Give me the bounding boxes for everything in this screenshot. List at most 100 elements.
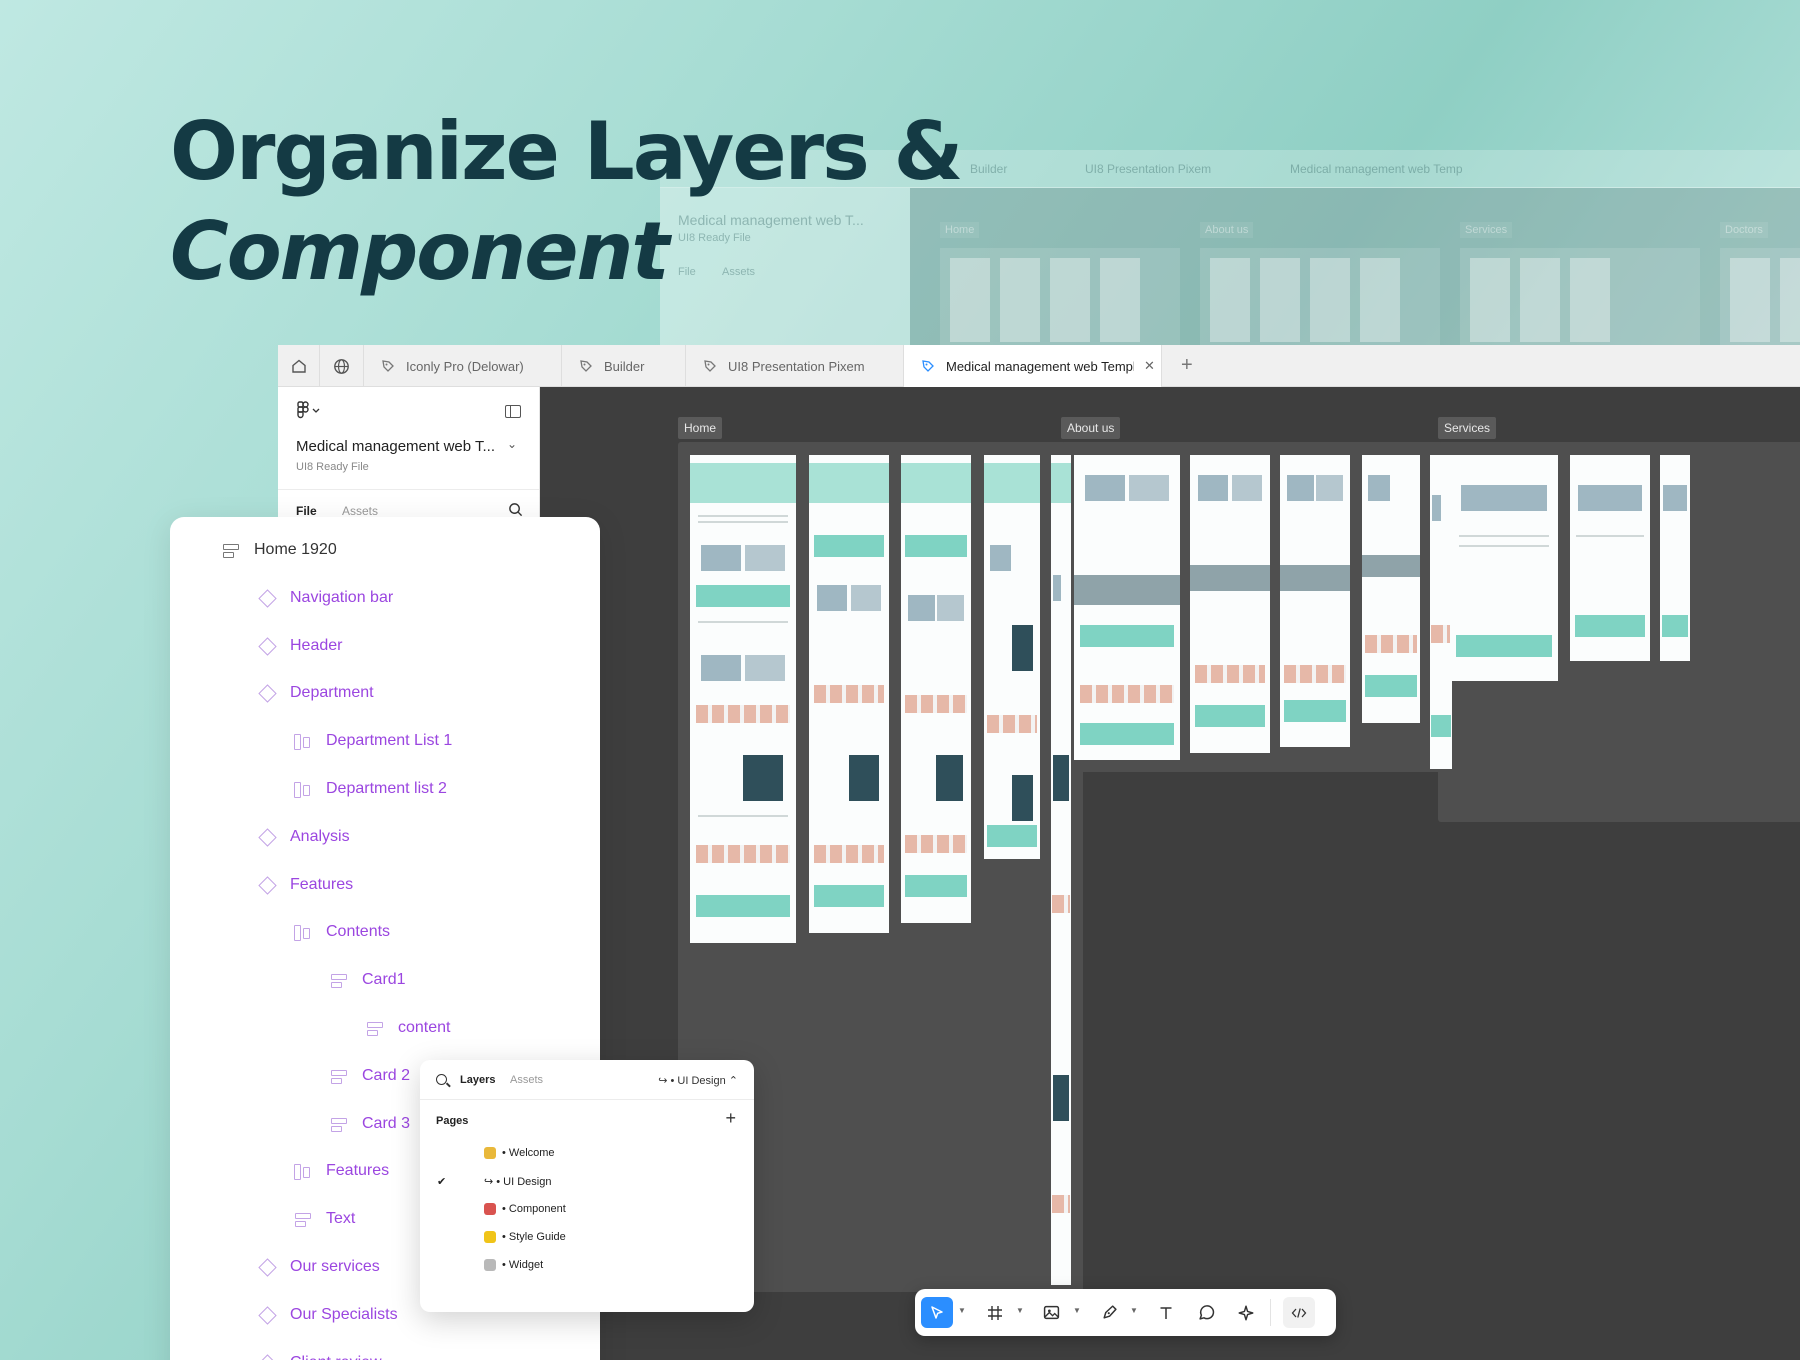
palette-icon xyxy=(484,1231,496,1243)
image-tool-button[interactable] xyxy=(1035,1297,1067,1328)
page-item-style-guide[interactable]: • Style Guide xyxy=(484,1231,566,1243)
chevron-down-icon[interactable]: ▼ xyxy=(958,1306,966,1315)
page-item-label: • Widget xyxy=(502,1259,544,1271)
layer-row[interactable]: Features xyxy=(258,871,353,899)
text-tool-button[interactable] xyxy=(1150,1297,1182,1328)
tab-community[interactable] xyxy=(320,345,364,387)
layer-row[interactable]: content xyxy=(366,1014,450,1042)
home-icon xyxy=(292,359,306,373)
frame-services-1920[interactable] xyxy=(1450,455,1558,681)
code-icon xyxy=(1291,1307,1307,1318)
tab-assets[interactable]: Assets xyxy=(510,1074,543,1086)
figma-menu-icon[interactable] xyxy=(296,401,324,419)
layer-label: Our services xyxy=(290,1258,380,1275)
tab-builder[interactable]: Builder xyxy=(562,345,686,387)
layer-row[interactable]: Card 3 xyxy=(330,1110,410,1138)
layer-row[interactable]: Client review xyxy=(258,1349,382,1360)
layer-row[interactable]: Card 2 xyxy=(330,1062,410,1090)
layer-row[interactable]: Header xyxy=(258,632,342,660)
page-item-label: • Welcome xyxy=(502,1147,555,1159)
search-icon[interactable] xyxy=(436,1074,447,1085)
current-page-selector[interactable]: ↪ • UI Design ⌃ xyxy=(658,1074,738,1087)
search-icon[interactable] xyxy=(508,502,523,517)
frame-services-1280[interactable] xyxy=(1660,455,1690,661)
frame-about-1280[interactable] xyxy=(1280,455,1350,747)
layer-label: Department List 1 xyxy=(326,732,453,750)
frame-home-mobile[interactable] xyxy=(1051,455,1071,1285)
background-frame xyxy=(1050,258,1090,342)
layer-row[interactable]: Navigation bar xyxy=(258,584,393,612)
tab-label: UI8 Presentation Pixem xyxy=(728,358,865,374)
layer-label: Our Specialists xyxy=(290,1305,398,1323)
chevron-down-icon[interactable]: ▼ xyxy=(1073,1306,1081,1315)
page-item-label: ↪ • UI Design xyxy=(484,1176,552,1188)
sidebar-toggle-icon[interactable] xyxy=(505,405,521,418)
layer-label: content xyxy=(398,1019,451,1036)
design-file-icon xyxy=(922,360,934,372)
close-icon[interactable]: ✕ xyxy=(1144,358,1155,374)
layer-row[interactable]: Home 1920 xyxy=(222,536,337,564)
chevron-down-icon[interactable]: ⌄ xyxy=(507,437,517,451)
chevron-down-icon[interactable]: ▼ xyxy=(1016,1306,1024,1315)
page-item-component[interactable]: • Component xyxy=(484,1203,566,1215)
tab-home[interactable] xyxy=(278,345,320,387)
file-title[interactable]: Medical management web T... xyxy=(296,438,495,455)
frame-home-tablet[interactable] xyxy=(984,455,1040,859)
layer-row[interactable]: Card1 xyxy=(330,966,406,994)
layer-label: Contents xyxy=(326,923,391,941)
tab-assets[interactable]: Assets xyxy=(342,504,378,518)
layer-label: Client review xyxy=(290,1354,382,1360)
layer-label: Features xyxy=(326,1162,390,1180)
globe-icon xyxy=(334,358,349,374)
tab-file[interactable]: File xyxy=(296,504,317,518)
layer-row[interactable]: Features xyxy=(294,1157,389,1185)
frame-tool-button[interactable] xyxy=(979,1297,1011,1328)
comment-tool-button[interactable] xyxy=(1190,1297,1222,1328)
add-page-button[interactable]: + xyxy=(725,1108,736,1129)
cursor-icon xyxy=(931,1305,943,1319)
frame-home-1440[interactable] xyxy=(809,455,889,933)
frame-home-1280[interactable] xyxy=(901,455,971,923)
tab-medical-management[interactable]: Medical management web Templ ✕ xyxy=(904,345,1162,387)
background-frame xyxy=(1520,258,1560,342)
layer-row[interactable]: Department xyxy=(258,679,374,707)
frame-home-1920[interactable] xyxy=(690,455,796,943)
tab-ui8-presentation[interactable]: UI8 Presentation Pixem xyxy=(686,345,904,387)
tab-layers[interactable]: Layers xyxy=(460,1074,495,1086)
layer-row[interactable]: Text xyxy=(294,1205,355,1233)
pen-tool-button[interactable] xyxy=(1093,1297,1125,1328)
stack-layout-icon xyxy=(330,1067,348,1085)
board-label-about[interactable]: About us xyxy=(1061,417,1121,439)
component-instance-icon xyxy=(258,828,276,846)
move-tool-button[interactable] xyxy=(921,1297,953,1328)
layer-row[interactable]: Our Specialists xyxy=(258,1301,398,1329)
layer-row[interactable]: Our services xyxy=(258,1253,380,1281)
dev-mode-toggle[interactable] xyxy=(1283,1297,1315,1328)
ai-tool-button[interactable] xyxy=(1230,1297,1262,1328)
background-tab-medical: Medical management web Temp xyxy=(1290,162,1463,176)
frame-about-mobile[interactable] xyxy=(1430,455,1452,769)
background-frame xyxy=(1100,258,1140,342)
layer-row[interactable]: Department List 1 xyxy=(294,727,452,755)
frame-about-tablet[interactable] xyxy=(1362,455,1420,723)
layer-row[interactable]: Department list 2 xyxy=(294,775,447,803)
board-label-services[interactable]: Services xyxy=(1438,417,1497,439)
stack-layout-icon xyxy=(222,541,240,559)
frame-about-1920[interactable] xyxy=(1074,455,1180,760)
page-item-ui-design[interactable]: ↪ • UI Design xyxy=(484,1175,551,1188)
layer-row[interactable]: Analysis xyxy=(258,823,350,851)
page-item-widget[interactable]: • Widget xyxy=(484,1259,543,1271)
layer-row[interactable]: Contents xyxy=(294,918,390,946)
component-instance-icon xyxy=(258,876,276,894)
tab-iconly-pro[interactable]: Iconly Pro (Delowar) xyxy=(364,345,562,387)
board-label-home[interactable]: Home xyxy=(678,417,723,439)
chevron-down-icon[interactable]: ▼ xyxy=(1130,1306,1138,1315)
toolbar-divider xyxy=(1270,1299,1271,1326)
frame-services-1440[interactable] xyxy=(1570,455,1650,661)
page-item-welcome[interactable]: • Welcome xyxy=(484,1147,555,1159)
frame-about-1440[interactable] xyxy=(1190,455,1270,753)
background-frame xyxy=(1570,258,1610,342)
background-frame xyxy=(1310,258,1350,342)
design-file-icon xyxy=(704,360,716,372)
new-tab-button[interactable]: + xyxy=(1181,354,1193,377)
